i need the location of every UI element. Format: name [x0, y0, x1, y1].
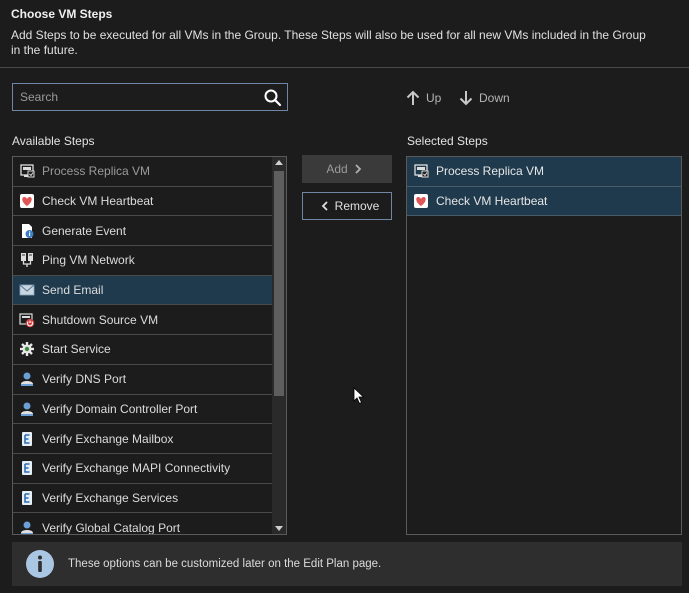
available-step-item[interactable]: Check VM Heartbeat: [13, 187, 272, 217]
remove-button-label: Remove: [334, 199, 380, 213]
exchange-icon: [22, 461, 32, 476]
selected-step-label: Check VM Heartbeat: [436, 194, 548, 209]
available-step-item[interactable]: Verify DNS Port: [13, 365, 272, 395]
service-gear-icon: [20, 342, 34, 357]
scroll-down-arrow-icon[interactable]: [275, 526, 283, 531]
available-step-item[interactable]: Verify Domain Controller Port: [13, 395, 272, 425]
search-input[interactable]: [13, 84, 257, 110]
available-step-label: Check VM Heartbeat: [42, 194, 154, 209]
shutdown-icon: [19, 313, 35, 328]
selected-step-item[interactable]: Process Replica VM: [407, 157, 681, 187]
scroll-thumb[interactable]: [274, 171, 284, 396]
add-button-label: Add: [326, 162, 348, 176]
selected-steps-items: Process Replica VM Check VM Heartbeat: [407, 157, 681, 217]
server-user-icon: [21, 372, 33, 387]
available-step-item[interactable]: Verify Global Catalog Port: [13, 513, 272, 535]
search-box[interactable]: [12, 83, 288, 111]
selected-step-item[interactable]: Check VM Heartbeat: [407, 186, 681, 217]
network-icon: [21, 253, 33, 268]
move-down-button[interactable]: Down: [458, 88, 510, 108]
available-step-item[interactable]: Verify Exchange MAPI Connectivity: [13, 454, 272, 484]
event-icon: [22, 223, 34, 238]
available-steps-list[interactable]: Process Replica VM Check VM Heartbeat Gene…: [12, 156, 287, 535]
move-up-label: Up: [426, 91, 442, 105]
server-user-icon: [21, 521, 33, 534]
scroll-up-arrow-icon[interactable]: [275, 160, 283, 165]
selected-steps-list[interactable]: Process Replica VM Check VM Heartbeat: [406, 156, 682, 535]
available-step-item[interactable]: Shutdown Source VM: [13, 305, 272, 336]
exchange-icon: [22, 490, 32, 505]
chevron-left-icon: [321, 201, 328, 211]
available-step-label: Process Replica VM: [42, 164, 151, 179]
info-bar: These options can be customized later on…: [12, 542, 682, 586]
available-step-item[interactable]: Ping VM Network: [13, 246, 272, 276]
arrow-up-icon: [406, 90, 420, 105]
search-icon[interactable]: [263, 88, 283, 108]
available-step-label: Shutdown Source VM: [42, 312, 159, 327]
available-step-label: Verify Exchange MAPI Connectivity: [42, 461, 231, 476]
page-description: Add Steps to be executed for all VMs in …: [11, 28, 646, 57]
add-button[interactable]: Add: [302, 155, 392, 183]
exchange-icon: [22, 431, 32, 446]
available-step-label: Generate Event: [42, 223, 127, 238]
available-step-item[interactable]: Verify Exchange Mailbox: [13, 424, 272, 454]
mouse-cursor-icon: [353, 387, 365, 405]
available-step-item[interactable]: Process Replica VM: [13, 157, 272, 187]
available-step-label: Verify Exchange Mailbox: [42, 431, 174, 446]
available-step-item[interactable]: Send Email: [13, 275, 272, 306]
available-step-label: Verify Domain Controller Port: [42, 401, 198, 416]
available-steps-items: Process Replica VM Check VM Heartbeat Gene…: [13, 157, 272, 535]
available-step-label: Start Service: [42, 342, 111, 357]
available-step-item[interactable]: Verify Exchange Services: [13, 484, 272, 514]
available-steps-label: Available Steps: [12, 134, 95, 148]
available-step-item[interactable]: Start Service: [13, 335, 272, 365]
heartbeat-icon: [414, 194, 428, 209]
remove-button[interactable]: Remove: [302, 192, 392, 220]
available-step-label: Verify Global Catalog Port: [42, 520, 181, 535]
available-step-label: Send Email: [42, 283, 104, 298]
selected-steps-label: Selected Steps: [407, 134, 488, 148]
available-step-label: Ping VM Network: [42, 253, 135, 268]
server-user-icon: [21, 402, 33, 416]
available-step-label: Verify Exchange Services: [42, 490, 179, 505]
move-down-label: Down: [479, 91, 510, 105]
available-step-item[interactable]: Generate Event: [13, 216, 272, 247]
replica-vm-icon: [414, 164, 429, 178]
info-text: These options can be customized later on…: [68, 558, 382, 570]
replica-vm-icon: [20, 164, 35, 178]
info-icon: [26, 550, 54, 578]
selected-step-label: Process Replica VM: [436, 164, 545, 179]
page-title: Choose VM Steps: [11, 7, 113, 21]
email-icon: [19, 284, 35, 296]
chevron-right-icon: [355, 164, 361, 174]
heartbeat-icon: [20, 194, 34, 209]
move-up-button[interactable]: Up: [405, 88, 441, 108]
arrow-down-icon: [459, 91, 473, 106]
available-step-label: Verify DNS Port: [42, 372, 127, 387]
page-header: Choose VM Steps Add Steps to be executed…: [0, 0, 689, 68]
available-list-scrollbar[interactable]: [272, 157, 286, 534]
